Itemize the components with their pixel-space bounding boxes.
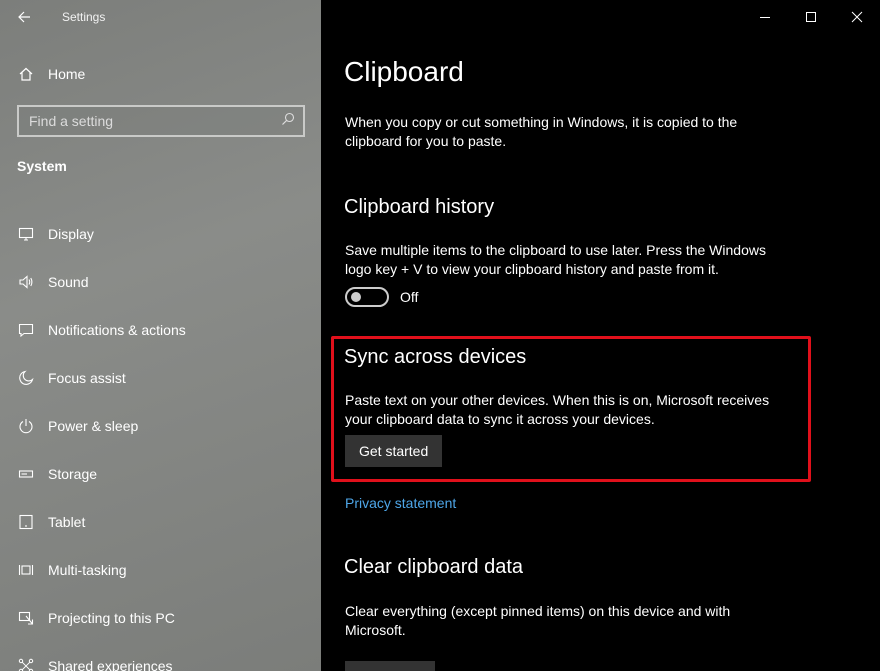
sidebar-item-label: Display xyxy=(48,226,94,242)
sound-icon xyxy=(0,274,48,290)
sidebar-item-storage[interactable]: Storage xyxy=(0,450,321,498)
app-title: Settings xyxy=(62,10,106,24)
home-label: Home xyxy=(48,66,86,82)
sidebar-item-label: Shared experiences xyxy=(48,658,173,671)
get-started-button[interactable]: Get started xyxy=(345,435,443,467)
main-content: Clipboard When you copy or cut something… xyxy=(321,0,880,671)
projecting-icon xyxy=(0,610,48,626)
sidebar-nav-list: Display Sound Notifications & actions Fo… xyxy=(0,210,321,671)
sidebar-item-label: Tablet xyxy=(48,514,86,530)
clipboard-history-description: Save multiple items to the clipboard to … xyxy=(345,242,766,277)
sidebar-item-label: Multi-tasking xyxy=(48,562,127,578)
sidebar-item-display[interactable]: Display xyxy=(0,210,321,258)
toggle-switch[interactable] xyxy=(345,287,389,307)
sidebar-item-label: Projecting to this PC xyxy=(48,610,175,626)
settings-window: Settings Home System Display xyxy=(0,0,880,671)
shared-experiences-icon xyxy=(0,658,48,671)
sidebar-item-shared-experiences[interactable]: Shared experiences xyxy=(0,642,321,671)
search-icon[interactable] xyxy=(281,112,295,131)
sidebar-titlebar: Settings xyxy=(0,0,321,34)
minimize-icon xyxy=(760,17,770,18)
sidebar-item-focus-assist[interactable]: Focus assist xyxy=(0,354,321,402)
sidebar-item-projecting[interactable]: Projecting to this PC xyxy=(0,594,321,642)
sidebar-item-label: Storage xyxy=(48,466,98,482)
privacy-statement-link[interactable]: Privacy statement xyxy=(345,495,456,511)
power-icon xyxy=(0,418,48,434)
back-button[interactable] xyxy=(0,0,48,34)
sync-heading: Sync across devices xyxy=(344,346,527,368)
sidebar-item-home[interactable]: Home xyxy=(0,58,321,90)
close-icon xyxy=(851,11,863,23)
toggle-knob xyxy=(351,292,361,302)
clear-button[interactable] xyxy=(345,661,435,671)
page-title: Clipboard xyxy=(344,56,464,87)
sidebar-item-label: Sound xyxy=(48,274,89,290)
notifications-icon xyxy=(0,322,48,338)
sidebar-item-label: Power & sleep xyxy=(48,418,139,434)
search-input[interactable] xyxy=(29,113,269,129)
sync-description: Paste text on your other devices. When t… xyxy=(345,392,770,427)
sidebar-item-multitasking[interactable]: Multi-tasking xyxy=(0,546,321,594)
sidebar-section-title: System xyxy=(17,158,67,174)
back-arrow-icon xyxy=(18,11,30,23)
intro-text: When you copy or cut something in Window… xyxy=(345,114,738,149)
home-icon xyxy=(0,66,48,82)
maximize-icon xyxy=(806,12,816,22)
caption-buttons xyxy=(742,0,880,34)
sidebar-item-label: Focus assist xyxy=(48,370,126,386)
moon-icon xyxy=(0,370,48,386)
clipboard-history-heading: Clipboard history xyxy=(344,196,495,218)
storage-icon xyxy=(0,466,48,482)
sidebar: Settings Home System Display xyxy=(0,0,321,671)
sidebar-item-sound[interactable]: Sound xyxy=(0,258,321,306)
search-box[interactable] xyxy=(17,105,305,137)
maximize-button[interactable] xyxy=(788,0,834,34)
sidebar-item-tablet[interactable]: Tablet xyxy=(0,498,321,546)
close-button[interactable] xyxy=(834,0,880,34)
multitasking-icon xyxy=(0,562,48,578)
sidebar-item-notifications[interactable]: Notifications & actions xyxy=(0,306,321,354)
sidebar-item-label: Notifications & actions xyxy=(48,322,186,338)
clear-clipboard-heading: Clear clipboard data xyxy=(344,556,523,578)
display-icon xyxy=(0,226,48,242)
clipboard-history-toggle[interactable]: Off xyxy=(345,287,418,307)
tablet-icon xyxy=(0,514,48,530)
minimize-button[interactable] xyxy=(742,0,788,34)
toggle-state-label: Off xyxy=(400,289,419,305)
clear-clipboard-description: Clear everything (except pinned items) o… xyxy=(345,603,731,638)
sidebar-item-power-sleep[interactable]: Power & sleep xyxy=(0,402,321,450)
